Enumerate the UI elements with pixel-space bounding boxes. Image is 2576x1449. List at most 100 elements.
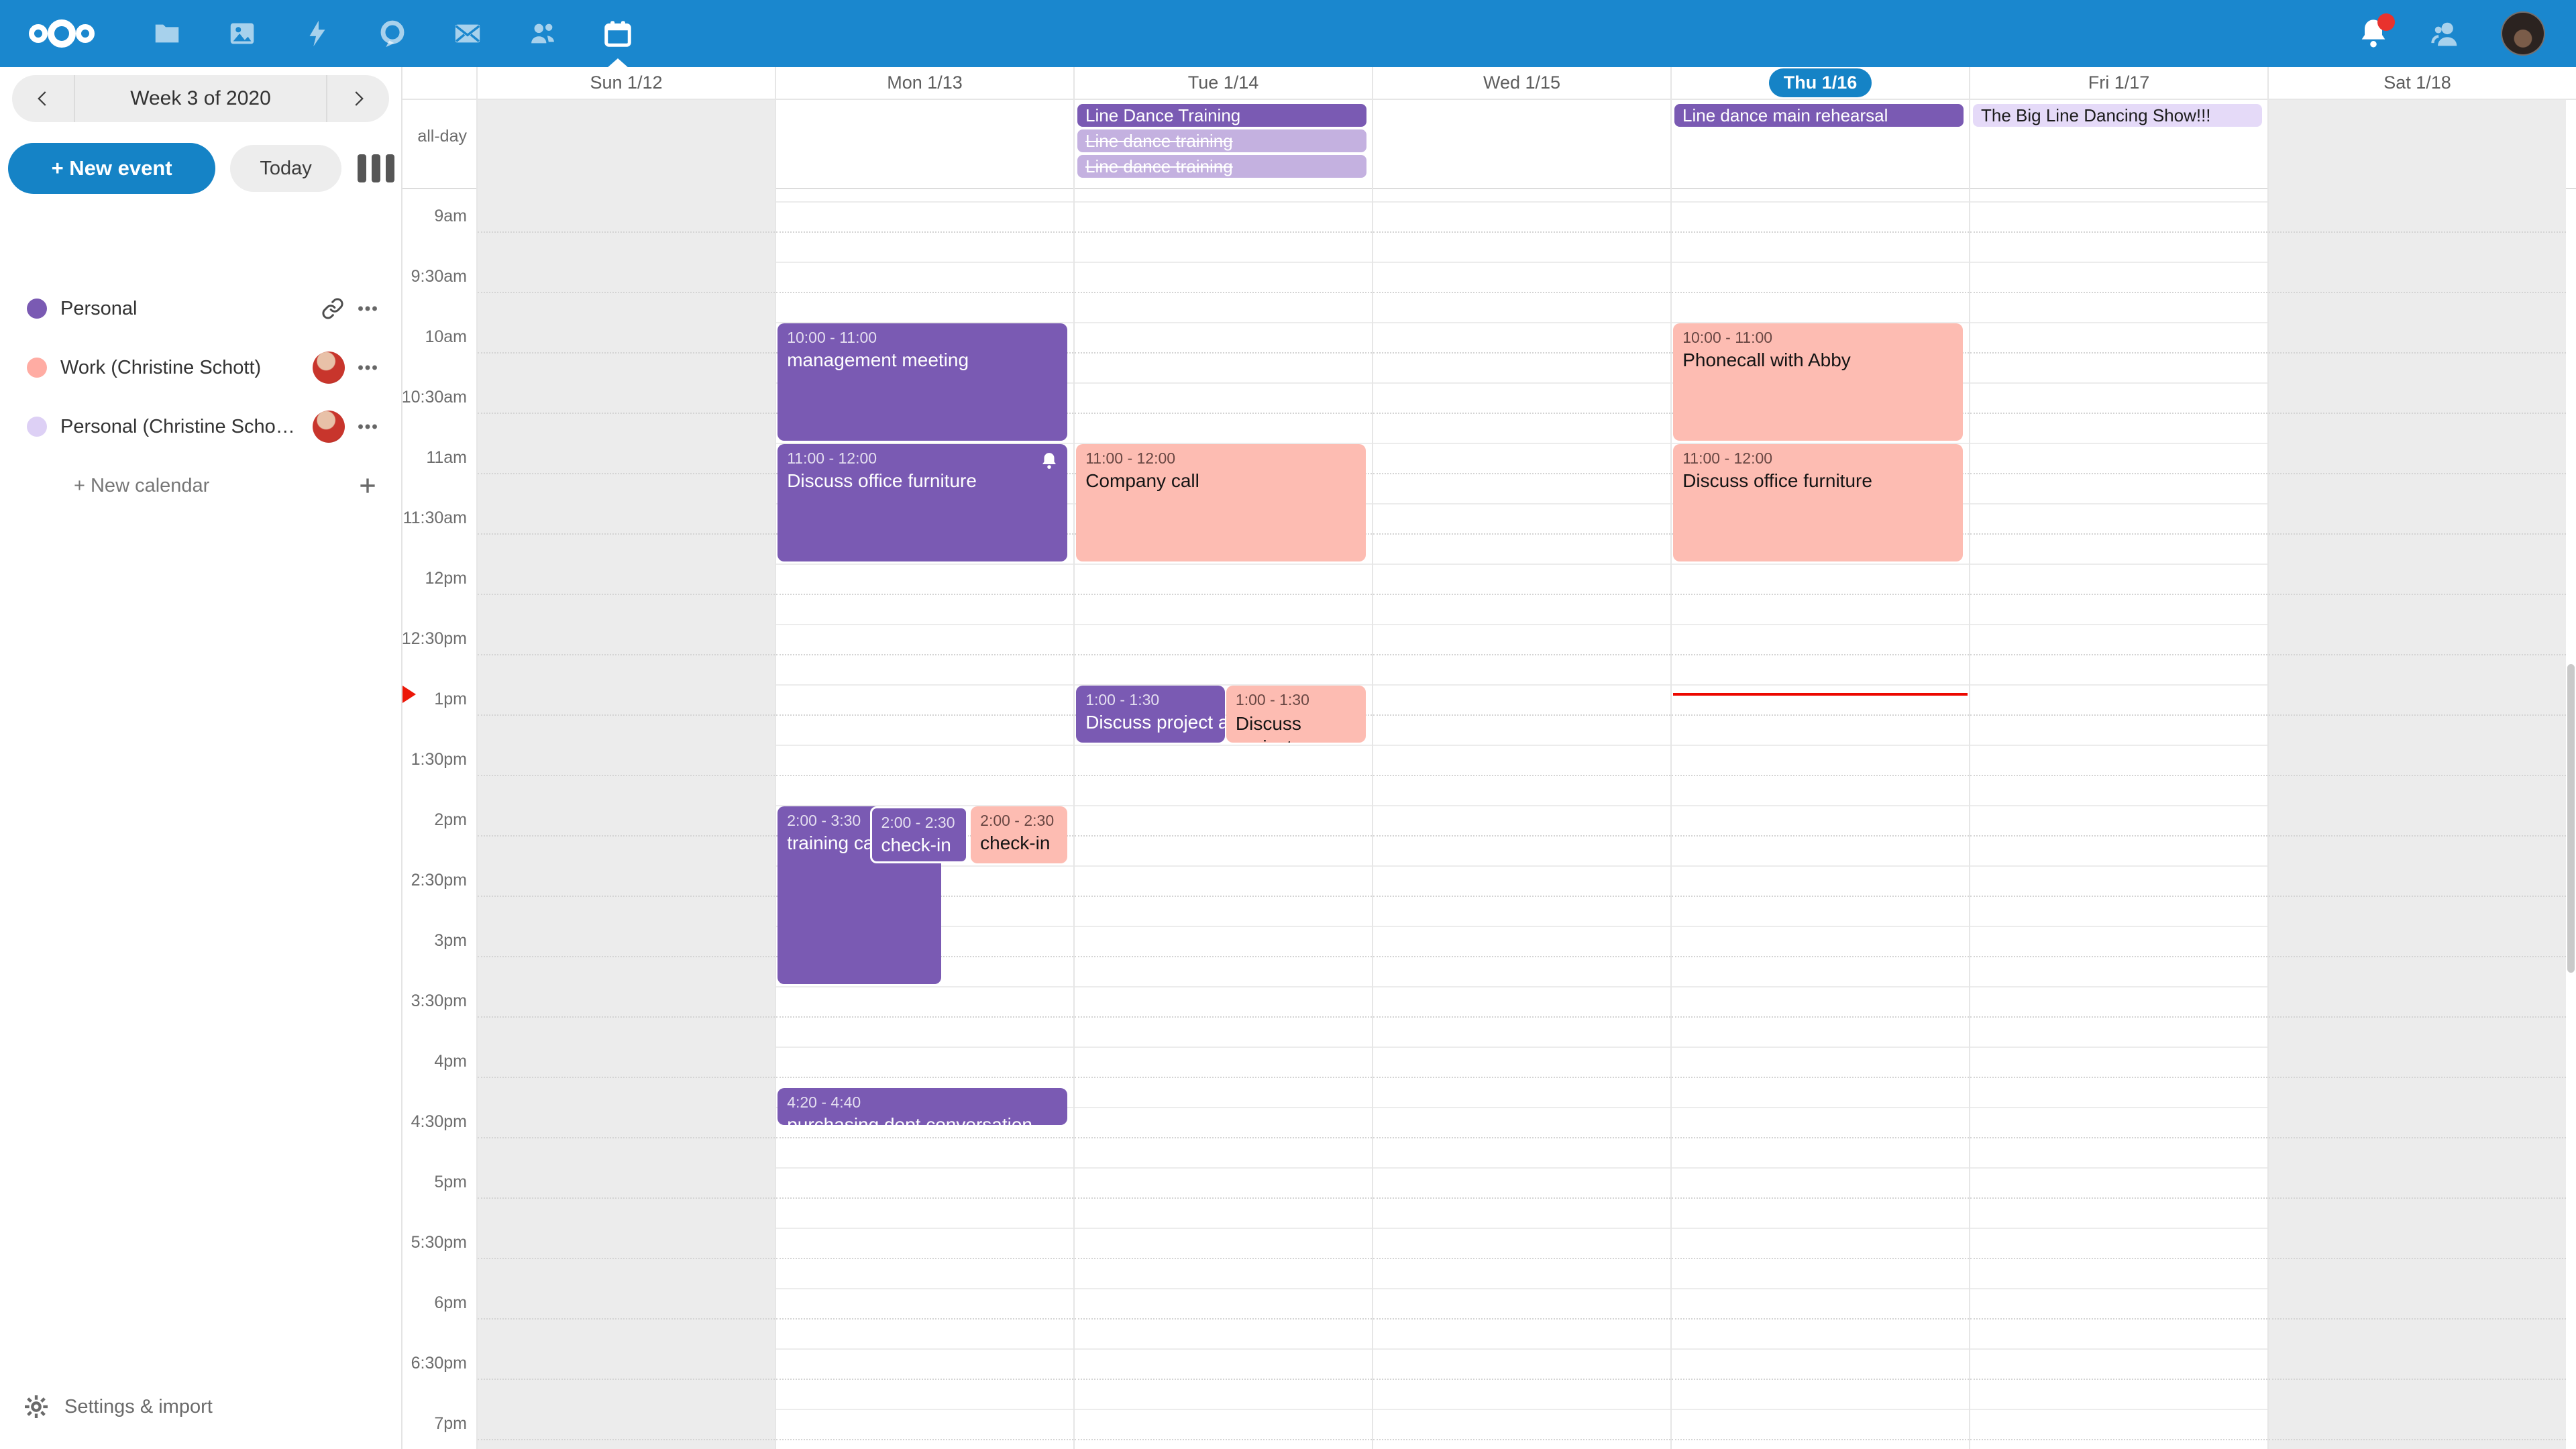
time-slot[interactable] (1970, 201, 2267, 262)
all-day-event[interactable]: Line dance training (1077, 155, 1366, 178)
all-day-cell[interactable] (1372, 100, 1670, 191)
time-slot[interactable] (776, 745, 1073, 805)
time-slot[interactable] (2269, 262, 2566, 322)
time-slot[interactable] (2269, 443, 2566, 503)
time-slot[interactable] (478, 986, 775, 1046)
time-slot[interactable] (1970, 1288, 2267, 1348)
previous-week-button[interactable] (12, 75, 74, 122)
time-slot[interactable] (776, 262, 1073, 322)
time-slot[interactable] (1075, 1409, 1372, 1449)
time-slot[interactable] (2269, 503, 2566, 564)
time-slot[interactable] (478, 443, 775, 503)
time-slot[interactable] (1970, 1107, 2267, 1167)
time-slot[interactable] (776, 1228, 1073, 1288)
all-day-cell[interactable] (775, 100, 1073, 191)
time-slot[interactable] (1672, 865, 1969, 926)
vertical-scrollbar[interactable] (2566, 189, 2576, 1449)
day-column[interactable]: 10:00 - 11:00management meeting11:00 - 1… (775, 189, 1073, 1449)
settings-import-button[interactable]: Settings & import (0, 1383, 402, 1430)
event[interactable]: 10:00 - 11:00management meeting (777, 323, 1067, 441)
time-slot[interactable] (478, 1228, 775, 1288)
time-slot[interactable] (1672, 1167, 1969, 1228)
time-slot[interactable] (1075, 1107, 1372, 1167)
day-column[interactable]: 11:00 - 12:00Company call 1:00 - 1:30Disc… (1073, 189, 1372, 1449)
time-slot[interactable] (776, 684, 1073, 745)
time-slot[interactable] (1075, 382, 1372, 443)
time-slot[interactable] (776, 1288, 1073, 1348)
time-slot[interactable] (2269, 1228, 2566, 1288)
time-slot[interactable] (1373, 745, 1670, 805)
time-slot[interactable] (1970, 926, 2267, 986)
time-slot[interactable] (478, 745, 775, 805)
time-slot[interactable] (1970, 1409, 2267, 1449)
time-slot[interactable] (1373, 201, 1670, 262)
time-slot[interactable] (1075, 262, 1372, 322)
time-slot[interactable] (2269, 1046, 2566, 1107)
time-slot[interactable] (1373, 1046, 1670, 1107)
calendar-list-item[interactable]: Work (Christine Schott) (0, 338, 402, 397)
time-slot[interactable] (478, 865, 775, 926)
time-slot[interactable] (1075, 926, 1372, 986)
day-header[interactable]: Thu 1/16 (1670, 67, 1969, 99)
time-slot[interactable] (2269, 322, 2566, 382)
time-slot[interactable] (478, 503, 775, 564)
time-slot[interactable] (1373, 805, 1670, 865)
time-slot[interactable] (1075, 986, 1372, 1046)
time-slot[interactable] (2269, 684, 2566, 745)
time-slot[interactable] (478, 382, 775, 443)
time-slot[interactable] (1075, 1348, 1372, 1409)
time-slot[interactable] (1672, 805, 1969, 865)
time-slot[interactable] (2269, 745, 2566, 805)
time-slot[interactable] (478, 1167, 775, 1228)
time-slot[interactable] (1970, 262, 2267, 322)
time-slot[interactable] (1970, 805, 2267, 865)
time-slot[interactable] (1970, 624, 2267, 684)
day-header[interactable]: Sat 1/18 (2267, 67, 2566, 99)
time-slot[interactable] (1373, 684, 1670, 745)
time-slot[interactable] (1970, 503, 2267, 564)
event[interactable]: 1:00 - 1:30Discuss project announcement (1226, 686, 1366, 743)
day-header[interactable]: Fri 1/17 (1969, 67, 2267, 99)
day-column[interactable] (2267, 189, 2566, 1449)
time-slot[interactable] (2269, 201, 2566, 262)
time-slot[interactable] (1672, 1288, 1969, 1348)
time-slot[interactable] (478, 684, 775, 745)
time-slot[interactable] (1373, 865, 1670, 926)
time-slot[interactable] (478, 201, 775, 262)
photos-icon[interactable] (225, 17, 259, 50)
day-column[interactable] (476, 189, 775, 1449)
time-slot[interactable] (1672, 262, 1969, 322)
event[interactable]: 11:00 - 12:00Discuss office furniture (777, 444, 1067, 561)
time-slot[interactable] (1970, 564, 2267, 624)
time-slot[interactable] (1970, 1348, 2267, 1409)
link-icon[interactable] (315, 291, 350, 326)
time-slot[interactable] (1373, 503, 1670, 564)
time-slot[interactable] (1373, 1228, 1670, 1288)
time-slot[interactable] (2269, 926, 2566, 986)
time-slot[interactable] (1672, 564, 1969, 624)
new-calendar-button[interactable]: + New calendar (0, 456, 402, 515)
time-slot[interactable] (478, 564, 775, 624)
time-slot[interactable] (1373, 322, 1670, 382)
time-slot[interactable] (776, 624, 1073, 684)
time-slot[interactable] (1373, 986, 1670, 1046)
time-slot[interactable] (2269, 986, 2566, 1046)
time-slot[interactable] (1970, 986, 2267, 1046)
event[interactable]: 4:20 - 4:40purchasing dept conversation (777, 1088, 1067, 1125)
time-slot[interactable] (478, 1288, 775, 1348)
time-slot[interactable] (1373, 443, 1670, 503)
time-slot[interactable] (1970, 684, 2267, 745)
time-slot[interactable] (2269, 624, 2566, 684)
event[interactable]: 11:00 - 12:00Company call (1076, 444, 1366, 561)
new-event-button[interactable]: + New event (8, 143, 215, 194)
calendar-actions-icon[interactable] (350, 291, 385, 326)
all-day-cell[interactable]: The Big Line Dancing Show!!! (1969, 100, 2267, 191)
time-slot[interactable] (478, 1107, 775, 1167)
time-slot[interactable] (478, 926, 775, 986)
files-icon[interactable] (150, 17, 184, 50)
next-week-button[interactable] (327, 75, 389, 122)
time-slot[interactable] (478, 805, 775, 865)
day-header[interactable]: Wed 1/15 (1372, 67, 1670, 99)
time-slot[interactable] (1672, 1046, 1969, 1107)
day-header[interactable]: Mon 1/13 (775, 67, 1073, 99)
